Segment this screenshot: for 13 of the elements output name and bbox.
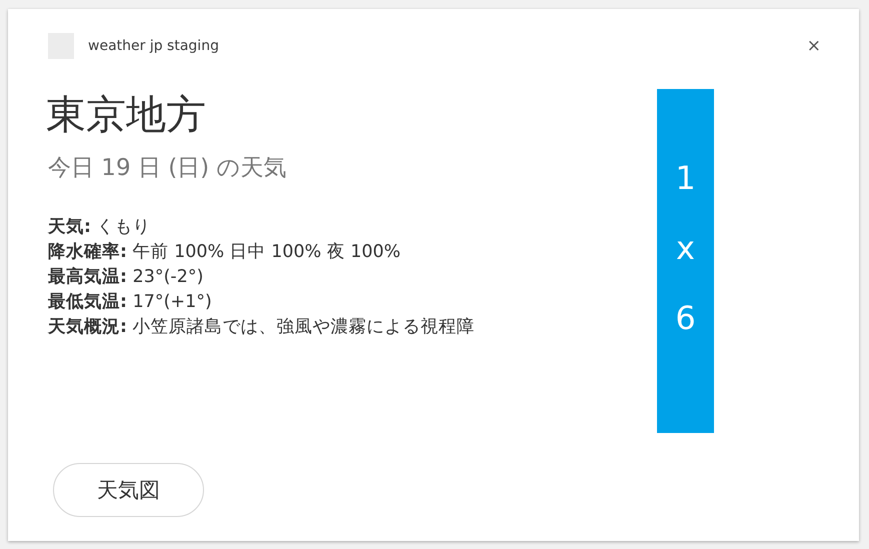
app-name: weather jp staging — [88, 38, 220, 54]
weather-detail: 最高気温: 23°(-2°) — [48, 266, 204, 289]
weather-detail: 天気概況: 小笠原諸島では、強風や濃霧による視程障 — [48, 316, 476, 339]
weather-detail: 天気: くもり — [48, 216, 152, 239]
banner-text: x — [676, 228, 695, 269]
date-subtitle: 今日 19 日 (日) の天気 — [48, 154, 288, 183]
weather-detail: 降水確率: 午前 100% 日中 100% 夜 100% — [48, 240, 402, 264]
region-title: 東京地方 — [46, 91, 207, 140]
weather-map-button[interactable]: 天気図 — [53, 463, 204, 517]
banner-text: 6 — [675, 298, 696, 339]
close-button[interactable]: × — [802, 36, 825, 56]
banner-text: 1 — [675, 158, 696, 199]
weather-detail: 最低気温: 17°(+1°) — [48, 291, 213, 314]
